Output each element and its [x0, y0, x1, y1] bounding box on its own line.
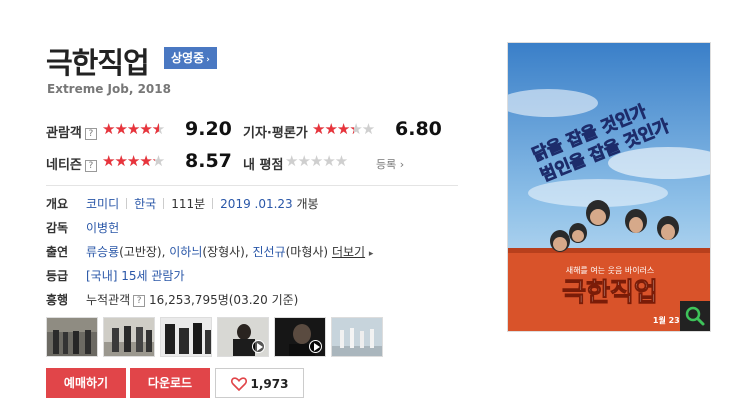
like-count: 1,973 [250, 377, 289, 391]
register-label: 등록 [376, 158, 397, 171]
box-office-label: 흥행 [46, 293, 69, 307]
cast-role: (마형사) [285, 245, 332, 259]
runtime: 111분 [171, 197, 206, 211]
critic-stars: ★★★★★★★★★★ [312, 120, 375, 138]
movie-title: 극한직업 [46, 46, 150, 80]
genre-link[interactable]: 코미디 [86, 197, 119, 211]
help-icon[interactable]: ? [84, 160, 97, 172]
country-link[interactable]: 한국 [134, 197, 156, 211]
thumbnail-image [161, 318, 211, 356]
release-suffix: 개봉 [292, 197, 319, 211]
download-button[interactable]: 다운로드 [130, 368, 210, 398]
photo-thumbnail[interactable] [103, 317, 155, 357]
cast-link[interactable]: 이하늬 [169, 245, 202, 259]
netizen-label-text: 네티즌 [46, 158, 82, 173]
netizen-score: 8.57 [185, 150, 232, 172]
media-thumbnails [46, 317, 383, 357]
star-rating-fill: ★★★★★ [312, 120, 354, 138]
cast-label: 출연 [46, 245, 69, 259]
director-label: 감독 [46, 221, 69, 235]
thumbnail-image [104, 318, 154, 356]
video-thumbnail[interactable] [274, 317, 326, 357]
status-badge[interactable]: 상영중 › [164, 47, 217, 69]
cast-line: 류승룡(고반장), 이하늬(장형사), 진선규(마형사) 더보기 ▸ [86, 243, 373, 260]
cast-role: (장형사), [202, 245, 253, 259]
play-icon [252, 340, 265, 353]
divider [46, 185, 458, 186]
critic-rating-label: 기자·평론가 [243, 126, 308, 141]
grade-link[interactable]: [국내] 15세 관람가 [86, 269, 185, 283]
poster-image: 닭을 잡을 것인가 범인을 잡을 것인가 새해를 여는 웃음 바이러스 극한직업… [508, 43, 710, 331]
chevron-right-icon: ▸ [368, 249, 374, 259]
register-rating-link[interactable]: 등록 › [376, 156, 404, 172]
help-icon[interactable]: ? [133, 295, 146, 307]
audience-stars: ★★★★★ ★★★★★ [102, 120, 165, 138]
audience-count-value: 16,253,795명(03.20 기준) [149, 293, 299, 307]
cast-role: (고반장), [119, 245, 170, 259]
movie-poster[interactable]: 닭을 잡을 것인가 범인을 잡을 것인가 새해를 여는 웃음 바이러스 극한직업… [507, 42, 711, 332]
critic-score: 6.80 [395, 118, 442, 140]
poster-title: 극한직업 [562, 278, 658, 308]
netizen-rating-label: 네티즌? [46, 154, 97, 173]
separator [212, 198, 214, 209]
audience-count-label: 누적관객 [86, 293, 131, 307]
thumbnail-image [47, 318, 97, 356]
star-rating-track: ★★★★★ [285, 152, 348, 170]
play-icon [309, 340, 322, 353]
audience-label-text: 관람객 [46, 126, 82, 141]
grade-label: 등급 [46, 269, 69, 283]
audience-score: 9.20 [185, 118, 232, 140]
chevron-right-icon: › [206, 55, 210, 65]
netizen-stars: ★★★★★★★★★★ [102, 152, 165, 170]
video-thumbnail[interactable] [217, 317, 269, 357]
director-link[interactable]: 이병헌 [86, 221, 119, 235]
cast-link[interactable]: 류승룡 [86, 245, 119, 259]
photo-thumbnail[interactable] [331, 317, 383, 357]
separator [163, 198, 165, 209]
my-rating-stars[interactable]: ★★★★★★★★★★ [285, 152, 348, 170]
heart-icon [230, 377, 247, 391]
star-rating-fill: ★★★★★ [102, 120, 160, 138]
cast-link[interactable]: 진선규 [253, 245, 286, 259]
director-line: 이병헌 [86, 219, 119, 236]
cast-more-link[interactable]: 더보기 [332, 245, 365, 259]
overview-line: 코미디 한국 111분 2019 .01.23 개봉 [86, 195, 319, 212]
help-icon[interactable]: ? [84, 128, 97, 140]
box-office-line: 누적관객? 16,253,795명(03.20 기준) [86, 291, 298, 308]
chevron-right-icon: › [399, 158, 405, 171]
separator [126, 198, 128, 209]
movie-subtitle: Extreme Job, 2018 [47, 82, 171, 96]
poster-zoom-button[interactable] [680, 301, 710, 331]
photo-thumbnail[interactable] [46, 317, 98, 357]
audience-rating-label: 관람객? [46, 122, 97, 141]
poster-copy: 새해를 여는 웃음 바이러스 [566, 265, 655, 275]
like-button[interactable]: 1,973 [215, 368, 304, 398]
grade-line: [국내] 15세 관람가 [86, 267, 185, 284]
release-date-link[interactable]: 2019 .01.23 [220, 197, 293, 211]
status-badge-label: 상영중 [171, 51, 205, 65]
overview-label: 개요 [46, 197, 69, 211]
photo-thumbnail[interactable] [160, 317, 212, 357]
my-rating-label: 내 평점 [243, 158, 284, 173]
thumbnail-image [332, 318, 382, 356]
reserve-button[interactable]: 예매하기 [46, 368, 126, 398]
search-icon [685, 306, 705, 326]
star-rating-fill: ★★★★★ [102, 152, 155, 170]
